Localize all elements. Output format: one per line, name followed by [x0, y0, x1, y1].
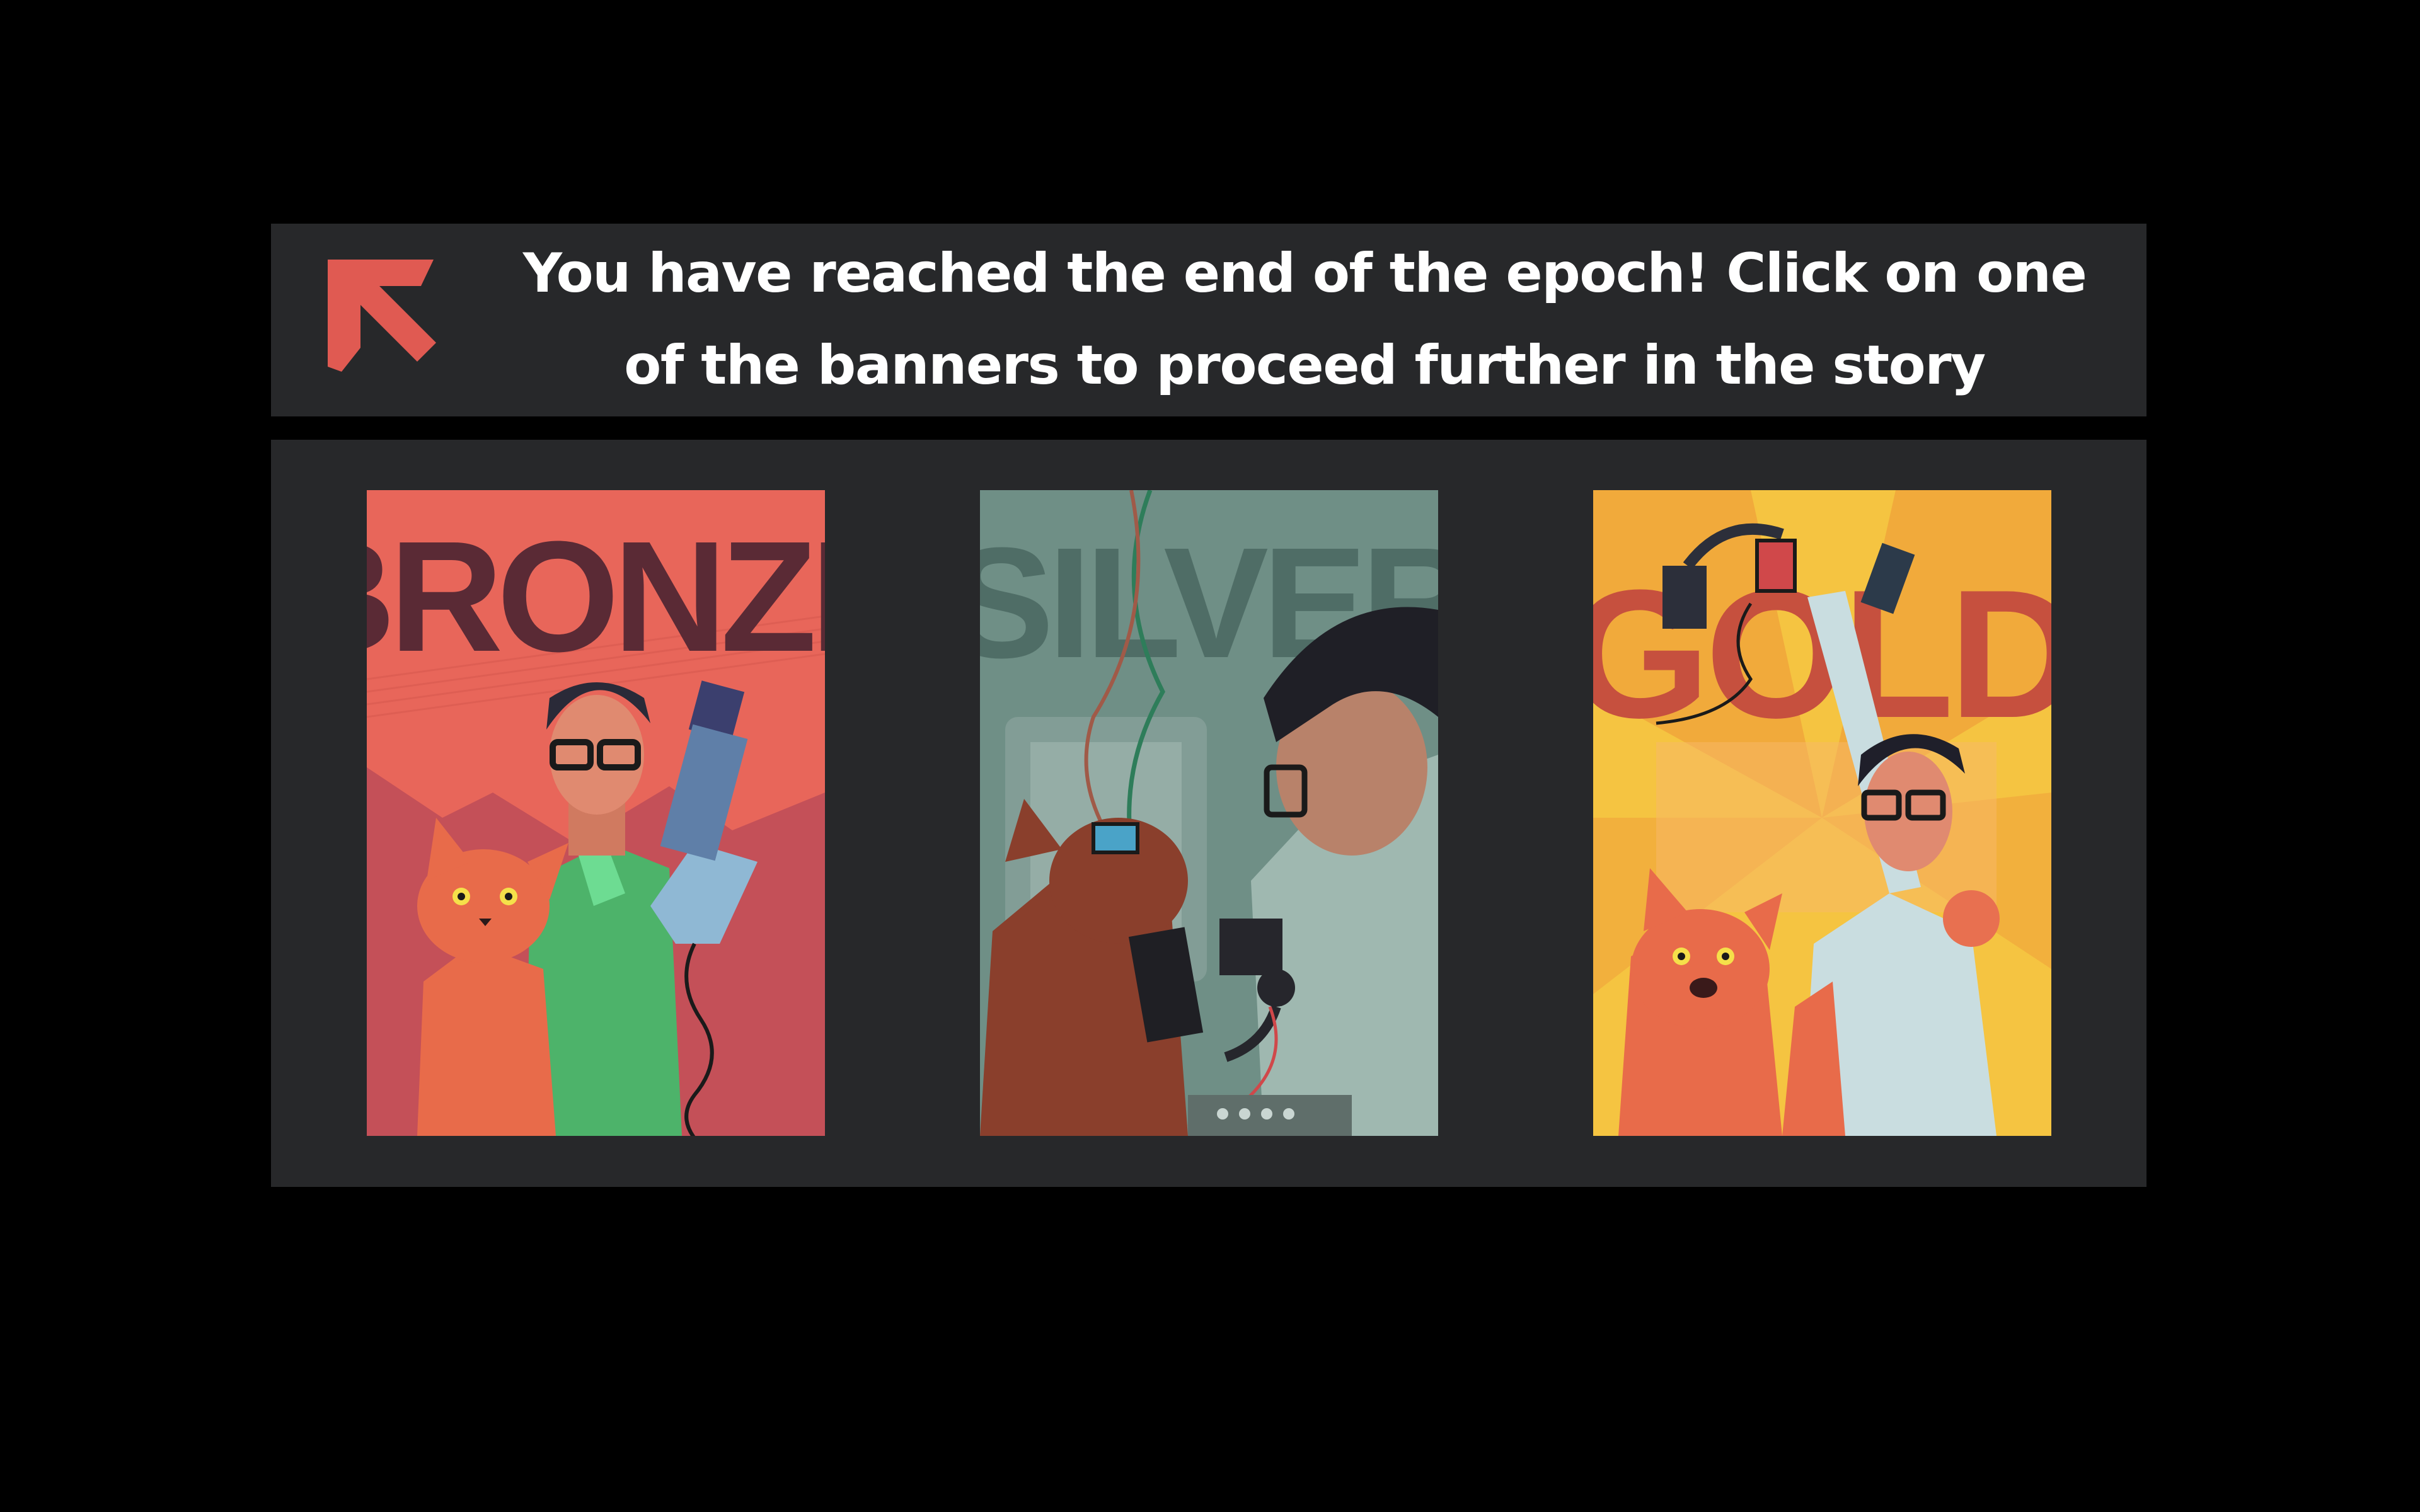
gold-title: GOLD	[1593, 552, 2051, 756]
silver-poster-art: SILVER	[980, 490, 1438, 1136]
epoch-end-message: You have reached the end of the epoch! C…	[522, 242, 2087, 397]
silver-banner[interactable]: SILVER	[980, 490, 1438, 1136]
bronze-poster-art: BRONZE	[367, 490, 825, 1136]
gold-banner[interactable]: GOLD	[1593, 490, 2051, 1136]
bronze-banner[interactable]: BRONZE	[367, 490, 825, 1136]
arrow-up-left-icon	[328, 260, 436, 372]
bronze-title: BRONZE	[367, 508, 825, 684]
game-screen: You have reached the end of the epoch! C…	[0, 0, 2420, 1512]
gold-poster-art: GOLD	[1593, 490, 2051, 1136]
